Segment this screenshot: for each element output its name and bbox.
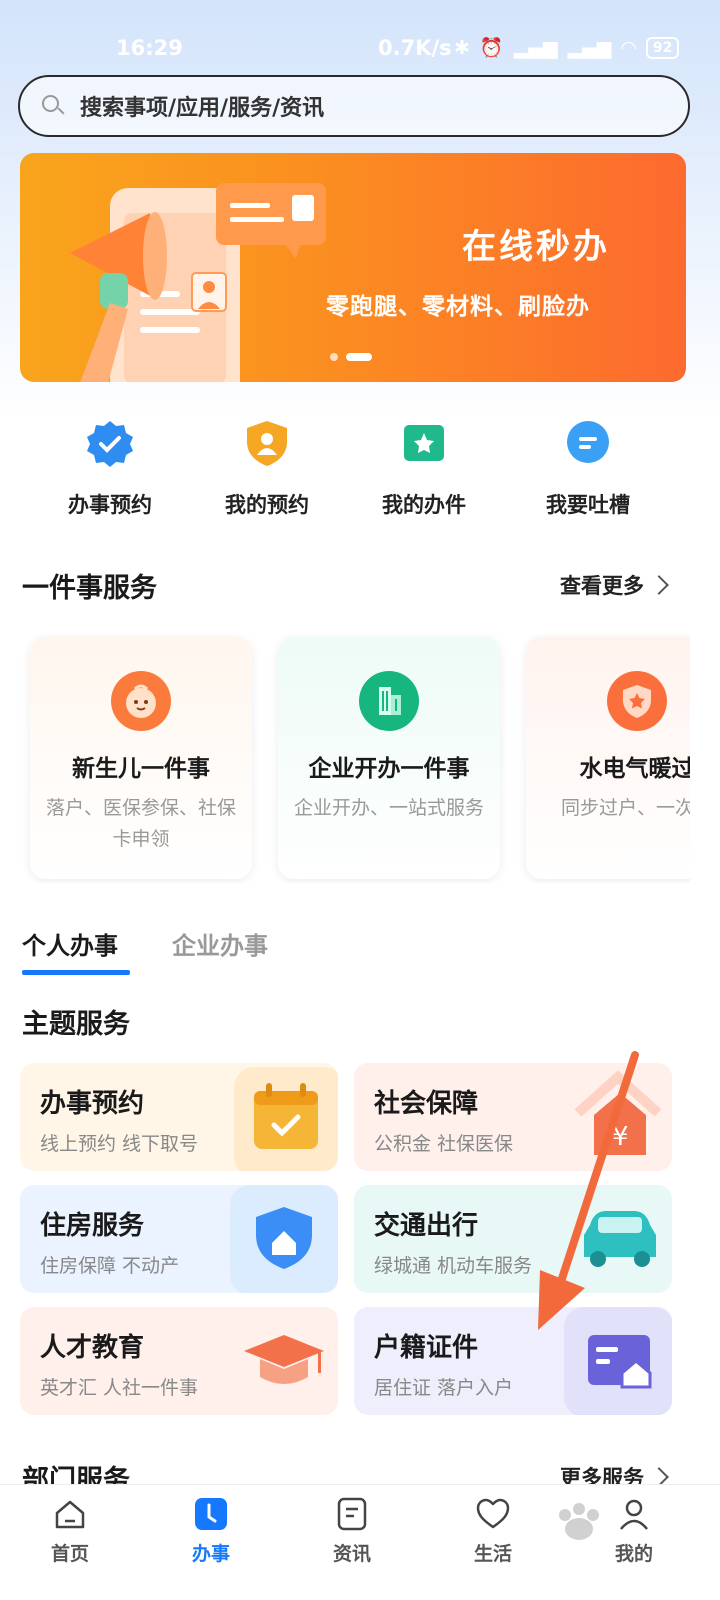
signal-icon-2: ▂▄▆ [567,36,612,59]
tabbar-item-services[interactable]: 办事 [161,1497,261,1566]
house-yen-icon: ¥ [574,1070,662,1155]
house-shield-icon [230,1185,338,1293]
watermark-logo [559,1503,599,1540]
section-title-one-thing: 一件事服务 [22,573,157,604]
quick-label: 办事预约 [68,493,152,517]
card-desc: 线上预约 线下取号 [40,1133,199,1155]
card-title: 企业开办一件事 [308,756,470,782]
card-title: 住房服务 [40,1211,145,1241]
tabbar-label: 首页 [50,1543,89,1565]
card-desc: 落户、医保参保、社保卡申领 [45,797,236,850]
theme-card-housing[interactable]: 住房服务 住房保障 不动产 [20,1185,338,1293]
search-icon [40,93,66,119]
id-card-house-icon [564,1307,672,1415]
card-desc: 住房保障 不动产 [40,1255,180,1277]
view-more-label: 查看更多 [560,574,644,598]
tab-active-indicator [22,970,130,975]
star-folder-icon [396,415,452,471]
search-input[interactable]: 搜索事项/应用/服务/资讯 [80,90,324,122]
graduation-cap-icon [244,1335,324,1384]
tab-personal[interactable]: 个人办事 [22,926,118,961]
pager-dot [330,353,338,361]
calendar-check-icon [234,1067,338,1171]
section-title-theme: 主题服务 [22,1009,130,1040]
wifi-icon: ◠ [621,36,636,59]
alarm-icon: ⏰ [479,37,504,59]
card-title: 新生儿一件事 [72,756,210,782]
status-icons: ✱ ⏰ ▂▄▆ ▂▄▆ ◠ 92 [454,36,680,59]
quick-label: 我要吐槽 [546,493,630,517]
card-title: 办事预约 [40,1089,145,1119]
status-bar: 16:29 0.7K/s ✱ ⏰ ▂▄▆ ▂▄▆ ◠ 92 [0,30,720,70]
card-desc: 居住证 落户入户 [374,1377,514,1399]
one-thing-card-newborn[interactable]: 新生儿一件事 落户、医保参保、社保卡申领 [30,637,252,879]
shield-star-icon [607,671,667,731]
car-icon [584,1211,656,1267]
tabbar-label: 办事 [191,1543,230,1565]
tab-enterprise[interactable]: 企业办事 [172,926,268,961]
quick-label: 我的预约 [225,493,309,517]
chat-bubble-icon [560,415,616,471]
card-title: 社会保障 [374,1089,479,1119]
tabbar-label: 生活 [473,1543,512,1565]
card-title: 水电气暖过 [579,756,691,782]
quick-item-appointment[interactable]: 办事预约 [30,415,190,519]
one-thing-carousel[interactable]: 新生儿一件事 落户、医保参保、社保卡申领 企业开办一件事 企业开办、一站式服务 … [0,633,690,883]
pager-dot-active [346,353,372,361]
banner-pager [330,353,372,361]
megaphone-phone-illustration [70,183,326,382]
status-time: 16:29 [116,36,183,60]
card-desc: 同步过户、一次成 [560,797,690,819]
chevron-right-icon [649,575,669,595]
tabbar-item-news[interactable]: 资讯 [302,1497,402,1566]
theme-card-transport[interactable]: 交通出行 绿城通 机动车服务 [354,1185,672,1293]
clock-tile-icon [194,1497,228,1531]
building-icon [359,671,419,731]
verified-badge-icon [82,415,138,471]
user-shield-icon [239,415,295,471]
card-title: 户籍证件 [374,1333,479,1363]
card-title: 交通出行 [374,1211,479,1241]
view-more-link[interactable]: 查看更多 [560,570,669,600]
one-thing-card-enterprise[interactable]: 企业开办一件事 企业开办、一站式服务 [278,637,500,879]
tabbar-item-home[interactable]: 首页 [20,1497,120,1566]
promo-banner[interactable]: 在线秒办 零跑腿、零材料、刷脸办 [20,153,686,382]
tabbar-item-life[interactable]: 生活 [443,1497,543,1566]
card-desc: 绿城通 机动车服务 [374,1255,533,1277]
theme-card-talent-education[interactable]: 人才教育 英才汇 人社一件事 [20,1307,338,1415]
battery-indicator: 92 [645,36,680,59]
quick-item-feedback[interactable]: 我要吐槽 [508,415,668,519]
heart-icon [476,1497,510,1531]
theme-card-household-id[interactable]: 户籍证件 居住证 落户入户 [354,1307,672,1415]
search-bar[interactable]: 搜索事项/应用/服务/资讯 [18,75,690,137]
card-desc: 公积金 社保医保 [374,1133,514,1155]
banner-subtitle: 零跑腿、零材料、刷脸办 [326,294,590,320]
document-icon [335,1497,369,1531]
quick-item-my-appointments[interactable]: 我的预约 [187,415,347,519]
card-desc: 英才汇 人社一件事 [40,1377,199,1399]
quick-actions: 办事预约 我的预约 我的办件 我要吐槽 [0,415,720,525]
banner-title: 在线秒办 [462,227,610,267]
bluetooth-icon: ✱ [454,36,470,59]
svg-text:¥: ¥ [612,1122,629,1152]
theme-card-appointment[interactable]: 办事预约 线上预约 线下取号 [20,1063,338,1171]
signal-icon: ▂▄▆ [513,36,558,59]
home-icon [53,1497,87,1531]
theme-card-social-security[interactable]: 社会保障 公积金 社保医保 ¥ [354,1063,672,1171]
network-speed: 0.7K/s [378,36,452,60]
card-title: 人才教育 [40,1333,145,1363]
tabbar-label: 资讯 [332,1543,371,1565]
quick-item-my-cases[interactable]: 我的办件 [344,415,504,519]
one-thing-card-utilities[interactable]: 水电气暖过 同步过户、一次成 [526,637,690,879]
baby-face-icon [111,671,171,731]
quick-label: 我的办件 [382,493,466,517]
card-desc: 企业开办、一站式服务 [293,797,484,819]
